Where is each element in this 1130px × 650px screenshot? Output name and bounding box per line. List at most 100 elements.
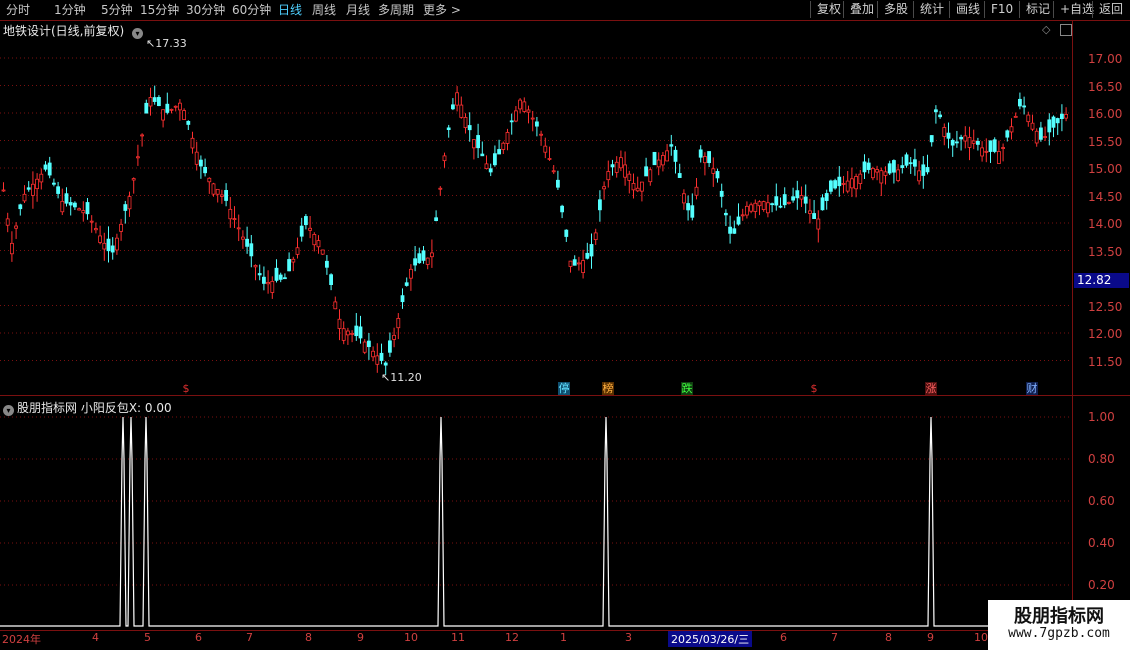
event-marker-rise[interactable]: 涨 bbox=[925, 382, 937, 395]
candle-body bbox=[257, 273, 262, 276]
period-tab-1min[interactable]: 1分钟 bbox=[54, 2, 86, 18]
period-tab-30min[interactable]: 30分钟 bbox=[186, 2, 225, 18]
candle-body bbox=[946, 132, 951, 139]
candle-body bbox=[186, 120, 191, 125]
price-tick: 12.50 bbox=[1088, 300, 1123, 314]
candle-body bbox=[1039, 127, 1043, 140]
candle-body bbox=[341, 328, 346, 341]
date-tick: 1 bbox=[560, 631, 567, 644]
candle-body bbox=[1013, 115, 1018, 118]
candle-body bbox=[753, 202, 758, 212]
event-marker-dollar[interactable]: $ bbox=[180, 382, 192, 395]
candle-body bbox=[745, 205, 749, 216]
period-tab-fenshi[interactable]: 分时 bbox=[6, 2, 30, 18]
candle-body bbox=[1051, 116, 1056, 128]
back-button[interactable]: 返回 bbox=[1092, 1, 1123, 18]
period-tab-more[interactable]: 更多 > bbox=[423, 2, 461, 18]
candle-body bbox=[484, 163, 489, 169]
draw-line-button[interactable]: 画线 bbox=[949, 1, 980, 18]
candle-body bbox=[421, 250, 426, 261]
candle-body bbox=[606, 171, 611, 181]
date-tick: 3 bbox=[625, 631, 632, 644]
high-price-annotation: ↖17.33 bbox=[146, 37, 187, 50]
add-watchlist-button[interactable]: +自选 bbox=[1053, 1, 1094, 18]
candle-body bbox=[963, 135, 968, 142]
date-tick: 6 bbox=[195, 631, 202, 644]
candle-body bbox=[471, 139, 476, 149]
candle-body bbox=[896, 169, 900, 181]
candle-body bbox=[182, 110, 187, 120]
event-marker-drop[interactable]: 跌 bbox=[681, 382, 693, 395]
candle-body bbox=[955, 141, 959, 144]
candle-body bbox=[530, 117, 535, 120]
candle-body bbox=[60, 200, 65, 213]
candle-body bbox=[392, 334, 397, 340]
candle-body bbox=[299, 225, 304, 237]
candle-body bbox=[652, 151, 657, 166]
candle-body bbox=[329, 274, 334, 286]
event-marker-rank[interactable]: 榜 bbox=[602, 382, 614, 395]
candle-body bbox=[866, 162, 871, 170]
candle-body bbox=[1060, 113, 1064, 120]
event-marker-halt[interactable]: 停 bbox=[558, 382, 570, 395]
overlay-button[interactable]: 叠加 bbox=[843, 1, 874, 18]
marker-text: 涨 bbox=[925, 382, 937, 395]
period-tab-monthly[interactable]: 月线 bbox=[346, 2, 370, 18]
candle-body bbox=[997, 151, 1001, 164]
candlestick-chart[interactable] bbox=[0, 20, 1072, 395]
date-tick: 9 bbox=[357, 631, 364, 644]
candle-body bbox=[161, 109, 166, 121]
price-tick: 16.00 bbox=[1088, 107, 1123, 121]
candle-body bbox=[610, 164, 615, 168]
period-tab-60min[interactable]: 60分钟 bbox=[232, 2, 271, 18]
candle-body bbox=[883, 171, 888, 176]
price-tick: 13.50 bbox=[1088, 245, 1123, 259]
candle-body bbox=[635, 187, 640, 192]
candle-body bbox=[509, 120, 514, 123]
candle-body bbox=[833, 180, 837, 189]
indicator-chart[interactable] bbox=[0, 396, 1072, 630]
f10-button[interactable]: F10 bbox=[984, 1, 1013, 18]
period-tab-weekly[interactable]: 周线 bbox=[312, 2, 336, 18]
candle-body bbox=[371, 350, 376, 358]
candle-body bbox=[459, 104, 464, 118]
candle-body bbox=[396, 318, 401, 329]
marker-text: 财 bbox=[1026, 382, 1038, 395]
marker-text: 跌 bbox=[681, 382, 693, 395]
candle-body bbox=[904, 154, 909, 166]
period-tab-15min[interactable]: 15分钟 bbox=[140, 2, 179, 18]
price-tick: 14.00 bbox=[1088, 217, 1123, 231]
period-tab-daily[interactable]: 日线 bbox=[278, 2, 302, 18]
multi-stock-button[interactable]: 多股 bbox=[877, 1, 908, 18]
period-tab-multi[interactable]: 多周期 bbox=[378, 2, 414, 18]
candle-body bbox=[761, 201, 766, 211]
candle-body bbox=[270, 280, 275, 293]
candle-body bbox=[858, 173, 863, 184]
marker-text: 停 bbox=[558, 382, 570, 395]
candle-body bbox=[190, 137, 195, 149]
candle-body bbox=[354, 325, 359, 337]
candle-body bbox=[135, 156, 140, 159]
event-marker-finance[interactable]: 财 bbox=[1026, 382, 1038, 395]
event-marker-dollar[interactable]: $ bbox=[808, 382, 820, 395]
candle-body bbox=[123, 204, 128, 211]
date-tick: 9 bbox=[927, 631, 934, 644]
period-tab-5min[interactable]: 5分钟 bbox=[101, 2, 133, 18]
candle-body bbox=[661, 155, 665, 166]
mark-button[interactable]: 标记 bbox=[1019, 1, 1050, 18]
candle-body bbox=[703, 156, 707, 164]
candle-body bbox=[686, 203, 690, 211]
candle-body bbox=[728, 226, 732, 234]
candle-body bbox=[232, 218, 237, 221]
marker-text: $ bbox=[810, 382, 818, 395]
fuquan-button[interactable]: 复权 bbox=[810, 1, 841, 18]
candle-body bbox=[564, 229, 569, 237]
candle-body bbox=[539, 133, 543, 136]
candle-body bbox=[589, 244, 594, 257]
candle-body bbox=[967, 137, 972, 148]
price-tick: 15.00 bbox=[1088, 162, 1123, 176]
candle-body bbox=[988, 140, 993, 152]
candle-body bbox=[177, 102, 182, 111]
candle-body bbox=[14, 225, 19, 229]
stats-button[interactable]: 统计 bbox=[913, 1, 944, 18]
